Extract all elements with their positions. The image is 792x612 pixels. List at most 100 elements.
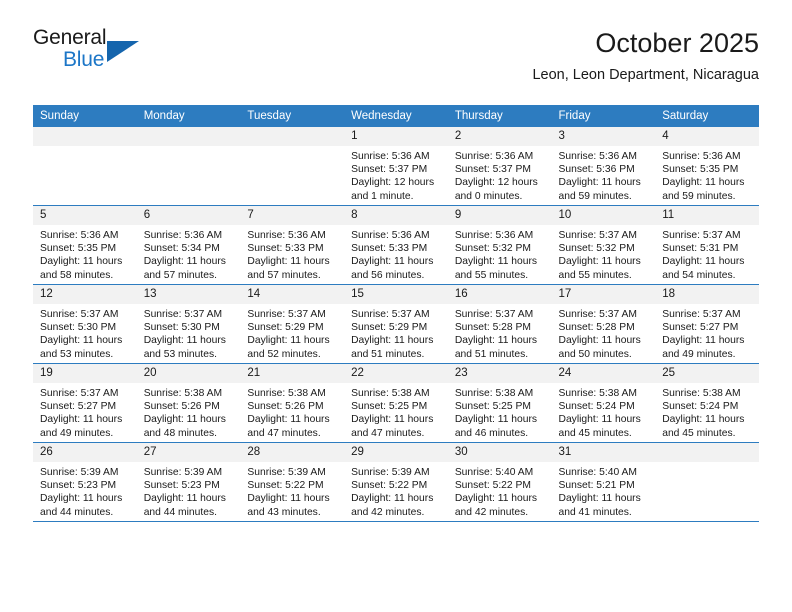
sunset-text: Sunset: 5:25 PM xyxy=(351,401,428,413)
calendar-day-cell[interactable]: 18 Sunrise: 5:37 AM Sunset: 5:27 PM Dayligh… xyxy=(655,284,759,364)
page-title: October 2025 xyxy=(595,28,759,58)
calendar-day-cell[interactable]: 14 Sunrise: 5:37 AM Sunset: 5:29 PM Dayligh… xyxy=(240,284,345,364)
day-details: Sunrise: 5:36 AM Sunset: 5:33 PM Daylight:… xyxy=(344,225,448,282)
sunset-text: Sunset: 5:30 PM xyxy=(40,322,117,334)
calendar-day-cell[interactable]: 29 Sunrise: 5:39 AM Sunset: 5:22 PM Dayligh… xyxy=(344,442,448,522)
calendar-cell-empty xyxy=(136,127,241,206)
calendar-day-cell[interactable]: 6 Sunrise: 5:36 AM Sunset: 5:34 PM Daylight… xyxy=(136,205,241,285)
daylight-text: Daylight: 11 hours and 56 minutes. xyxy=(351,256,434,281)
sunset-text: Sunset: 5:24 PM xyxy=(662,401,739,413)
sunrise-text: Sunrise: 5:36 AM xyxy=(454,230,534,241)
calendar-day-cell[interactable]: 13 Sunrise: 5:37 AM Sunset: 5:30 PM Dayligh… xyxy=(136,284,241,364)
daylight-text: Daylight: 11 hours and 59 minutes. xyxy=(558,177,641,202)
weekday-header-saturday: Saturday xyxy=(655,105,759,127)
day-number: 6 xyxy=(136,206,241,225)
day-details: Sunrise: 5:39 AM Sunset: 5:23 PM Daylight:… xyxy=(33,462,137,519)
sunset-text: Sunset: 5:35 PM xyxy=(40,243,117,255)
daylight-text: Daylight: 11 hours and 49 minutes. xyxy=(662,335,745,360)
daylight-text: Daylight: 11 hours and 52 minutes. xyxy=(247,335,330,360)
calendar-day-cell[interactable]: 12 Sunrise: 5:37 AM Sunset: 5:30 PM Dayligh… xyxy=(33,284,137,364)
calendar-day-cell[interactable]: 17 Sunrise: 5:37 AM Sunset: 5:28 PM Dayligh… xyxy=(551,284,656,364)
calendar-day-cell[interactable]: 16 Sunrise: 5:37 AM Sunset: 5:28 PM Dayligh… xyxy=(447,284,552,364)
day-number: 30 xyxy=(447,443,552,462)
calendar-day-cell[interactable]: 7 Sunrise: 5:36 AM Sunset: 5:33 PM Daylight… xyxy=(240,205,345,285)
calendar-day-cell[interactable]: 2 Sunrise: 5:36 AM Sunset: 5:37 PM Daylight… xyxy=(447,127,552,206)
daylight-text: Daylight: 11 hours and 50 minutes. xyxy=(558,335,641,360)
calendar-header-row: Sunday Monday Tuesday Wednesday Thursday Frid… xyxy=(33,105,759,127)
day-number: 1 xyxy=(344,127,448,146)
calendar-day-cell[interactable]: 8 Sunrise: 5:36 AM Sunset: 5:33 PM Daylight… xyxy=(344,205,448,285)
calendar-day-cell[interactable]: 24 Sunrise: 5:38 AM Sunset: 5:24 PM Dayligh… xyxy=(551,363,656,443)
daylight-text: Daylight: 11 hours and 42 minutes. xyxy=(454,493,538,518)
calendar-day-cell[interactable]: 28 Sunrise: 5:39 AM Sunset: 5:22 PM Dayligh… xyxy=(240,442,345,522)
daylight-text: Daylight: 11 hours and 46 minutes. xyxy=(454,414,538,439)
page-header: General Blue October 2025 Leon, Leon Dep… xyxy=(33,26,759,96)
day-details: Sunrise: 5:38 AM Sunset: 5:26 PM Daylight:… xyxy=(137,383,241,440)
day-details: Sunrise: 5:39 AM Sunset: 5:22 PM Daylight:… xyxy=(344,462,448,519)
calendar-day-cell[interactable]: 10 Sunrise: 5:37 AM Sunset: 5:32 PM Dayligh… xyxy=(551,205,656,285)
sunset-text: Sunset: 5:35 PM xyxy=(662,164,739,176)
sunset-text: Sunset: 5:32 PM xyxy=(558,243,635,255)
sunset-text: Sunset: 5:32 PM xyxy=(454,243,531,255)
sunset-text: Sunset: 5:22 PM xyxy=(351,480,428,492)
sunrise-text: Sunrise: 5:36 AM xyxy=(143,230,223,241)
day-number: 23 xyxy=(447,364,552,383)
sunrise-text: Sunrise: 5:36 AM xyxy=(558,151,637,162)
calendar-day-cell[interactable]: 27 Sunrise: 5:39 AM Sunset: 5:23 PM Dayligh… xyxy=(136,442,241,522)
weekday-headers: Sunday Monday Tuesday Wednesday Thursday Frid… xyxy=(33,105,759,127)
sunset-text: Sunset: 5:33 PM xyxy=(351,243,428,255)
day-details: Sunrise: 5:38 AM Sunset: 5:26 PM Daylight:… xyxy=(240,383,344,440)
calendar-day-cell[interactable]: 19 Sunrise: 5:37 AM Sunset: 5:27 PM Dayligh… xyxy=(33,363,137,443)
calendar-week-row: 19 Sunrise: 5:37 AM Sunset: 5:27 PM Dayligh… xyxy=(33,363,759,443)
calendar-day-cell[interactable]: 1 Sunrise: 5:36 AM Sunset: 5:37 PM Daylight… xyxy=(344,127,448,206)
daylight-text: Daylight: 11 hours and 54 minutes. xyxy=(662,256,745,281)
sunrise-text: Sunrise: 5:39 AM xyxy=(351,467,430,478)
calendar-cell-empty xyxy=(655,442,759,522)
sunset-text: Sunset: 5:21 PM xyxy=(558,480,635,492)
day-details: Sunrise: 5:39 AM Sunset: 5:23 PM Daylight:… xyxy=(137,462,241,519)
calendar-day-cell[interactable]: 22 Sunrise: 5:38 AM Sunset: 5:25 PM Dayligh… xyxy=(344,363,448,443)
sunrise-text: Sunrise: 5:38 AM xyxy=(558,388,637,399)
daylight-text: Daylight: 11 hours and 49 minutes. xyxy=(40,414,123,439)
calendar-day-cell[interactable]: 21 Sunrise: 5:38 AM Sunset: 5:26 PM Dayligh… xyxy=(240,363,345,443)
daylight-text: Daylight: 11 hours and 53 minutes. xyxy=(143,335,226,360)
calendar-day-cell[interactable]: 23 Sunrise: 5:38 AM Sunset: 5:25 PM Dayligh… xyxy=(447,363,552,443)
day-number: 4 xyxy=(655,127,759,146)
daylight-text: Daylight: 11 hours and 45 minutes. xyxy=(558,414,641,439)
day-details: Sunrise: 5:40 AM Sunset: 5:22 PM Daylight:… xyxy=(448,462,552,519)
daylight-text: Daylight: 11 hours and 44 minutes. xyxy=(40,493,123,518)
day-number: 20 xyxy=(136,364,241,383)
day-number: 3 xyxy=(551,127,656,146)
calendar-day-cell[interactable]: 11 Sunrise: 5:37 AM Sunset: 5:31 PM Dayligh… xyxy=(655,205,759,285)
daylight-text: Daylight: 11 hours and 53 minutes. xyxy=(40,335,123,360)
calendar-day-cell[interactable]: 5 Sunrise: 5:36 AM Sunset: 5:35 PM Daylight… xyxy=(33,205,137,285)
sunrise-text: Sunrise: 5:37 AM xyxy=(40,309,119,320)
day-number-placeholder xyxy=(136,127,241,146)
calendar-week-row: 1 Sunrise: 5:36 AM Sunset: 5:37 PM Daylight… xyxy=(33,127,759,206)
sunrise-text: Sunrise: 5:37 AM xyxy=(558,309,637,320)
day-number: 19 xyxy=(33,364,137,383)
sunrise-text: Sunrise: 5:36 AM xyxy=(351,151,430,162)
sunset-text: Sunset: 5:37 PM xyxy=(454,164,531,176)
sunrise-text: Sunrise: 5:39 AM xyxy=(40,467,119,478)
daylight-text: Daylight: 11 hours and 57 minutes. xyxy=(247,256,330,281)
general-blue-logo[interactable]: General Blue xyxy=(33,26,153,82)
daylight-text: Daylight: 11 hours and 48 minutes. xyxy=(143,414,226,439)
weekday-header-thursday: Thursday xyxy=(447,105,552,127)
day-number: 29 xyxy=(344,443,448,462)
calendar-day-cell[interactable]: 20 Sunrise: 5:38 AM Sunset: 5:26 PM Dayligh… xyxy=(136,363,241,443)
day-number: 31 xyxy=(551,443,656,462)
day-number-placeholder xyxy=(655,443,759,462)
calendar-day-cell[interactable]: 31 Sunrise: 5:40 AM Sunset: 5:21 PM Dayligh… xyxy=(551,442,656,522)
day-details: Sunrise: 5:37 AM Sunset: 5:27 PM Daylight:… xyxy=(33,383,137,440)
calendar-day-cell[interactable]: 15 Sunrise: 5:37 AM Sunset: 5:29 PM Dayligh… xyxy=(344,284,448,364)
day-number: 9 xyxy=(447,206,552,225)
calendar-day-cell[interactable]: 3 Sunrise: 5:36 AM Sunset: 5:36 PM Daylight… xyxy=(551,127,656,206)
page-subtitle: Leon, Leon Department, Nicaragua xyxy=(532,67,759,83)
sunset-text: Sunset: 5:37 PM xyxy=(351,164,428,176)
calendar-day-cell[interactable]: 4 Sunrise: 5:36 AM Sunset: 5:35 PM Daylight… xyxy=(655,127,759,206)
calendar-day-cell[interactable]: 9 Sunrise: 5:36 AM Sunset: 5:32 PM Daylight… xyxy=(447,205,552,285)
calendar-day-cell[interactable]: 26 Sunrise: 5:39 AM Sunset: 5:23 PM Dayligh… xyxy=(33,442,137,522)
calendar-day-cell[interactable]: 30 Sunrise: 5:40 AM Sunset: 5:22 PM Dayligh… xyxy=(447,442,552,522)
calendar-day-cell[interactable]: 25 Sunrise: 5:38 AM Sunset: 5:24 PM Dayligh… xyxy=(655,363,759,443)
